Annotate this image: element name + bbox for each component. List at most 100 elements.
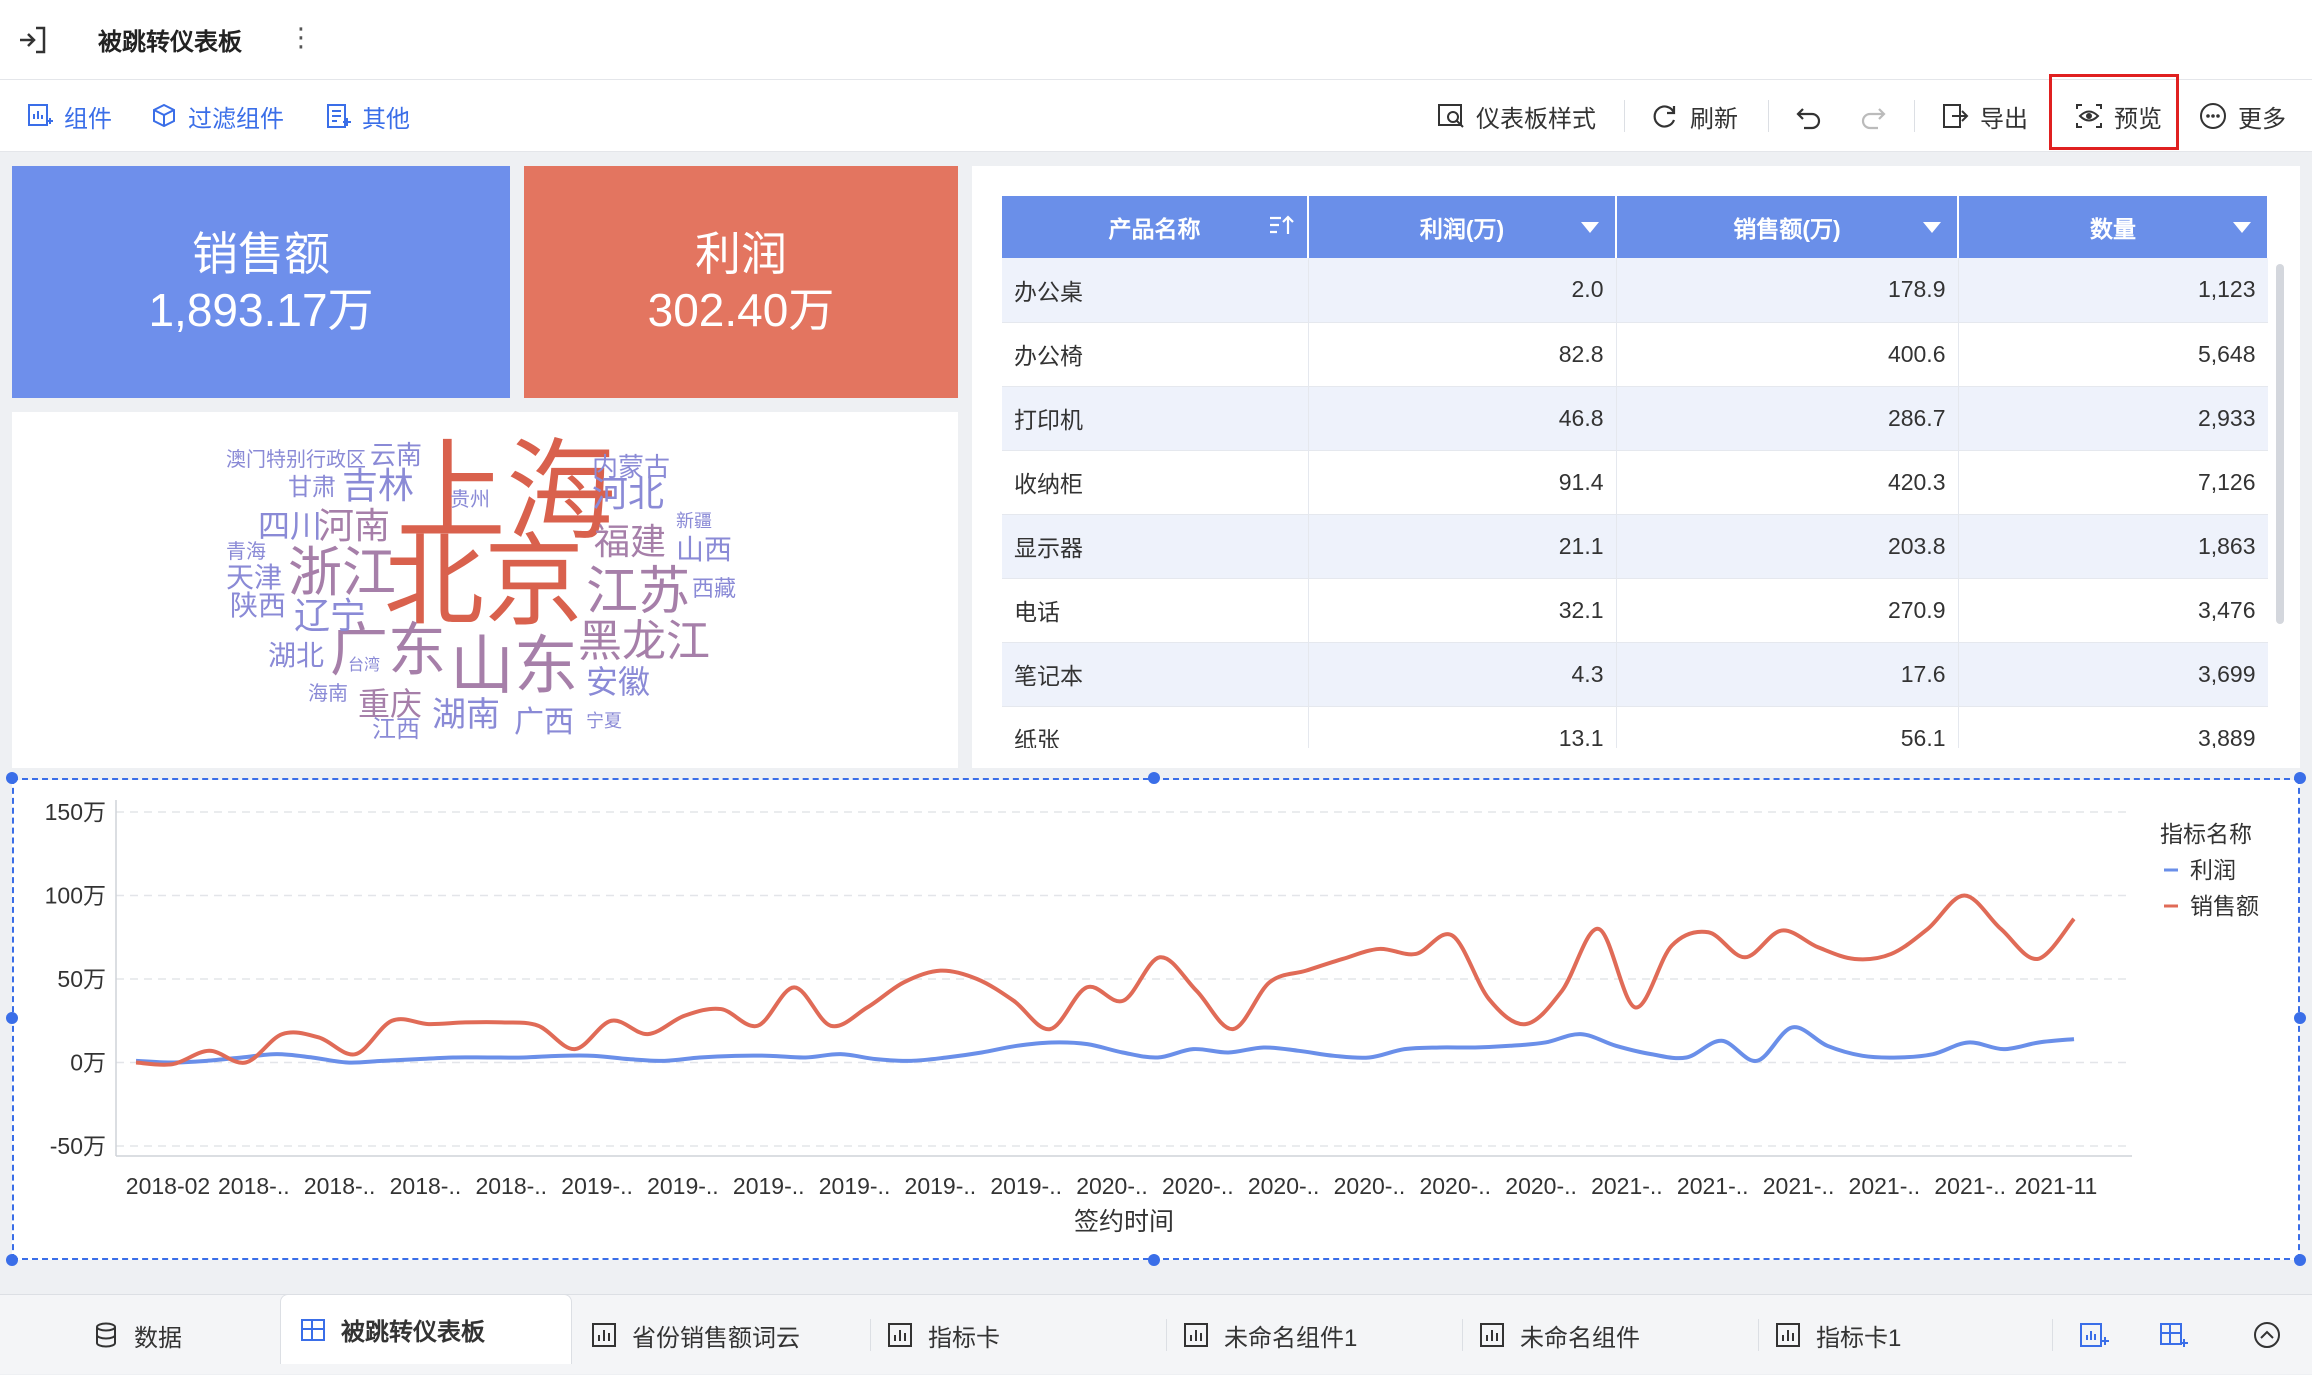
- table-cell: 13.1: [1308, 706, 1617, 748]
- collapse-up-button[interactable]: [2252, 1295, 2296, 1375]
- selection-border: [12, 778, 2300, 1260]
- other-button[interactable]: 其他: [324, 80, 410, 152]
- toolbar: 组件 过滤组件 其他 仪表板样式 刷新 导出 预览 更多: [0, 80, 2312, 152]
- column-header-label: 利润(万): [1419, 216, 1505, 242]
- table-cell: 82.8: [1308, 322, 1617, 387]
- add-chart-icon: [28, 104, 53, 126]
- table-cell: 91.4: [1308, 450, 1617, 515]
- dropdown-arrow-icon[interactable]: [2233, 222, 2251, 233]
- filter-component-button[interactable]: 过滤组件: [150, 80, 284, 152]
- dashboard-style-button[interactable]: 仪表板样式: [1436, 80, 1596, 152]
- tab-data[interactable]: 数据: [92, 1295, 182, 1375]
- table-row[interactable]: 电话 32.1 270.9 3,476: [1002, 578, 2268, 643]
- word: 浙江: [288, 543, 396, 603]
- column-header-quantity[interactable]: 数量: [1958, 196, 2268, 258]
- table-cell: 5,648: [1958, 322, 2268, 387]
- table-row[interactable]: 办公桌 2.0 178.9 1,123: [1002, 258, 2268, 323]
- resize-handle[interactable]: [1148, 1254, 1160, 1266]
- tab-unnamed-1[interactable]: 未命名组件1: [1182, 1295, 1357, 1375]
- table-row[interactable]: 收纳柜 91.4 420.3 7,126: [1002, 450, 2268, 515]
- add-component-tab-button[interactable]: [2078, 1295, 2124, 1375]
- tab-label: 数据: [134, 1324, 182, 1352]
- resize-handle[interactable]: [6, 1012, 18, 1024]
- exit-icon[interactable]: [14, 20, 54, 60]
- refresh-button[interactable]: 刷新: [1650, 80, 1738, 152]
- tab-divider: [1166, 1319, 1167, 1351]
- table-cell: 400.6: [1616, 322, 1959, 387]
- database-icon: [96, 1322, 116, 1348]
- table-cell: 17.6: [1616, 642, 1959, 707]
- table-scrollbar[interactable]: [2276, 264, 2284, 624]
- dashboard-icon: [301, 1318, 325, 1341]
- table-row[interactable]: 显示器 21.1 203.8 1,863: [1002, 514, 2268, 579]
- column-header-sales[interactable]: 销售额(万): [1616, 196, 1959, 258]
- kpi-card-sales[interactable]: 销售额 1,893.17万: [12, 166, 510, 398]
- kpi-title: 销售额: [192, 228, 330, 280]
- word-cloud-panel[interactable]: 上海 北京 浙江 广东 山东 江苏 黑龙江 河北 吉林 河南 四川 福建 辽宁 …: [12, 412, 958, 768]
- word: 云南: [370, 440, 423, 470]
- table-row[interactable]: 办公椅 82.8 400.6 5,648: [1002, 322, 2268, 387]
- table-cell: 1,123: [1958, 258, 2268, 323]
- component-button[interactable]: 组件: [26, 80, 112, 152]
- tab-label: 指标卡1: [1816, 1324, 1902, 1352]
- more-button[interactable]: 更多: [2198, 80, 2286, 152]
- column-header-label: 销售额(万): [1733, 216, 1841, 242]
- more-circle-icon: [2200, 103, 2226, 129]
- word: 贵州: [450, 489, 490, 511]
- kpi-title: 利润: [695, 228, 787, 280]
- tab-label: 被跳转仪表板: [341, 1319, 485, 1346]
- column-header-profit[interactable]: 利润(万): [1308, 196, 1617, 258]
- word: 陕西: [230, 590, 287, 621]
- resize-handle[interactable]: [6, 1254, 18, 1266]
- redo-icon: [1861, 108, 1886, 130]
- dropdown-arrow-icon[interactable]: [1581, 222, 1599, 233]
- resize-handle[interactable]: [2294, 772, 2306, 784]
- table-cell: 电话: [1002, 578, 1309, 643]
- export-icon: [1943, 104, 1969, 128]
- word: 江西: [372, 716, 420, 743]
- kpi-value: 1,893.17万: [148, 284, 374, 336]
- table-row[interactable]: 笔记本 4.3 17.6 3,699: [1002, 642, 2268, 707]
- tab-unnamed[interactable]: 未命名组件: [1478, 1295, 1640, 1375]
- redo-button[interactable]: [1858, 80, 1898, 152]
- toolbar-divider: [1914, 100, 1915, 132]
- table-cell: 56.1: [1616, 706, 1959, 748]
- tab-kpi-1[interactable]: 指标卡1: [1774, 1295, 1901, 1375]
- resize-handle[interactable]: [6, 772, 18, 784]
- other-doc-icon: [327, 104, 351, 128]
- table-row[interactable]: 打印机 46.8 286.7 2,933: [1002, 386, 2268, 451]
- dashboard-style-label: 仪表板样式: [1476, 105, 1596, 133]
- resize-handle[interactable]: [2294, 1254, 2306, 1266]
- add-dashboard-tab-button[interactable]: [2158, 1295, 2204, 1375]
- table-cell: 笔记本: [1002, 642, 1309, 707]
- refresh-label: 刷新: [1690, 105, 1738, 133]
- word: 青海: [226, 541, 266, 563]
- tab-dashboard[interactable]: 被跳转仪表板: [280, 1294, 572, 1364]
- table-cell: 纸张: [1002, 706, 1309, 748]
- word: 宁夏: [586, 711, 622, 731]
- dropdown-arrow-icon[interactable]: [1923, 222, 1941, 233]
- table-cell: 办公桌: [1002, 258, 1309, 323]
- table-row[interactable]: 纸张 13.1 56.1 3,889: [1002, 706, 2268, 748]
- more-vert-icon[interactable]: ⋮: [288, 22, 314, 53]
- resize-handle[interactable]: [2294, 1012, 2306, 1024]
- export-button[interactable]: 导出: [1940, 80, 2028, 152]
- word: 湖北: [268, 640, 325, 671]
- table-viewport[interactable]: 产品名称 利润(万) 销售额(万) 数量 办公桌 2.0 178.9 1,123 办公椅…: [1002, 196, 2268, 748]
- word: 海南: [308, 683, 348, 705]
- column-header-product[interactable]: 产品名称: [1002, 196, 1309, 258]
- table-cell: 1,863: [1958, 514, 2268, 579]
- undo-button[interactable]: [1794, 80, 1834, 152]
- kpi-card-profit[interactable]: 利润 302.40万: [524, 166, 958, 398]
- sort-icon[interactable]: [1267, 212, 1295, 240]
- word: 黑龙江: [578, 617, 710, 666]
- tab-kpi[interactable]: 指标卡: [886, 1295, 1000, 1375]
- word: 河南: [318, 505, 391, 546]
- bar-chart-icon: [1776, 1323, 1800, 1347]
- tab-wordcloud[interactable]: 省份销售额词云: [590, 1295, 800, 1375]
- word: 辽宁: [294, 595, 367, 636]
- tab-divider: [2052, 1319, 2053, 1351]
- table-cell: 3,699: [1958, 642, 2268, 707]
- word: 四川: [258, 508, 323, 544]
- resize-handle[interactable]: [1148, 772, 1160, 784]
